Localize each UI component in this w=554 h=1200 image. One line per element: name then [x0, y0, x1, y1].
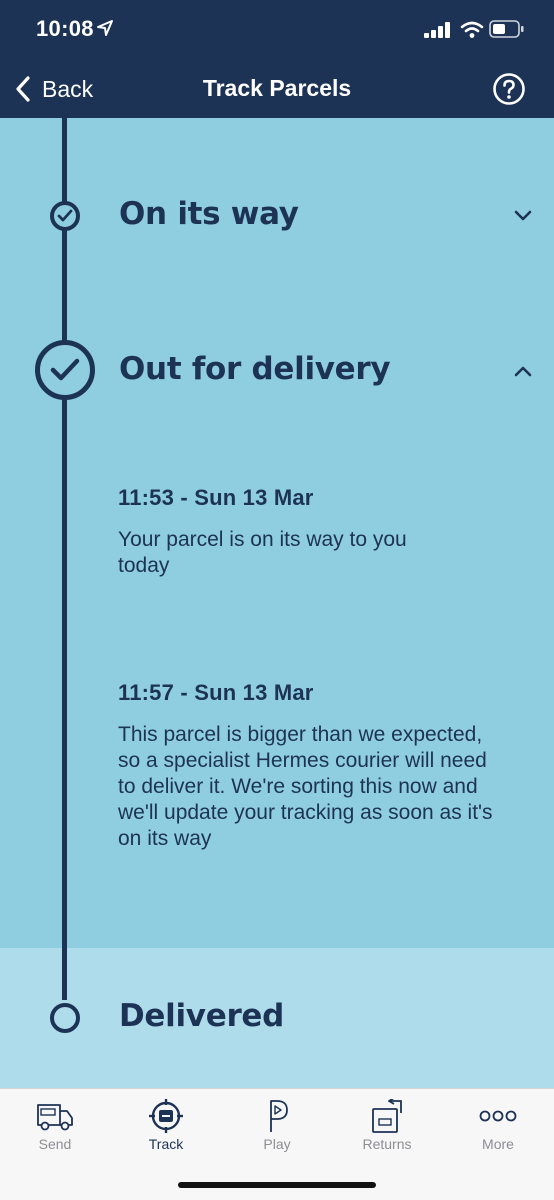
event-description: Your parcel is on its way to you today: [118, 528, 407, 577]
event-time: 11:53 - Sun 13 Mar: [118, 485, 314, 510]
check-icon: [57, 209, 73, 222]
tab-label: Play: [263, 1136, 291, 1152]
stage-pending-node: [50, 1003, 80, 1033]
stage-title-on-its-way[interactable]: On its way: [119, 196, 299, 232]
event-description: This parcel is bigger than we expected, …: [118, 723, 493, 850]
help-icon[interactable]: [492, 72, 526, 106]
status-time: 10:08: [36, 16, 94, 41]
play-p-icon: [270, 1100, 288, 1132]
tab-track[interactable]: Track: [121, 1099, 211, 1161]
chevron-down-icon[interactable]: [510, 203, 536, 229]
wifi-icon: [460, 21, 484, 38]
tab-label: Send: [38, 1136, 72, 1152]
van-icon: [37, 1104, 73, 1131]
tracking-event: 11:57 - Sun 13 Mar This parcel is bigger…: [118, 680, 518, 852]
stage-title-delivered: Delivered: [119, 998, 285, 1034]
track-target-icon: [149, 1099, 183, 1133]
returns-box-icon: [372, 1099, 402, 1133]
navigation-bar: Back Track Parcels: [0, 60, 554, 118]
cellular-signal-icon: [424, 22, 450, 38]
stage-complete-node-current: [35, 340, 95, 400]
home-indicator[interactable]: [178, 1182, 376, 1188]
tab-send[interactable]: Send: [10, 1099, 100, 1161]
tab-label: More: [482, 1136, 514, 1152]
chevron-up-icon[interactable]: [510, 358, 536, 384]
back-label: Back: [42, 75, 94, 102]
battery-icon: [489, 20, 524, 38]
tracking-timeline: On its way Out for delivery 11:53 - Sun …: [0, 118, 554, 1088]
location-arrow-icon: [97, 20, 113, 36]
more-dots-icon: [479, 1110, 517, 1122]
event-time: 11:57 - Sun 13 Mar: [118, 680, 314, 705]
stage-title-out-for-delivery[interactable]: Out for delivery: [119, 351, 391, 387]
check-icon: [50, 358, 80, 381]
back-button[interactable]: Back: [14, 72, 93, 106]
status-bar: 10:08: [0, 0, 554, 60]
tab-label: Returns: [362, 1136, 412, 1152]
tab-play[interactable]: Play: [232, 1099, 322, 1161]
timeline-line: [62, 118, 67, 1000]
tracking-event: 11:53 - Sun 13 Mar Your parcel is on its…: [118, 485, 518, 579]
stage-complete-node: [50, 201, 80, 231]
tab-more[interactable]: More: [453, 1099, 543, 1161]
tab-returns[interactable]: Returns: [342, 1099, 432, 1161]
chevron-left-icon: [16, 76, 30, 102]
tab-label: Track: [148, 1136, 184, 1152]
